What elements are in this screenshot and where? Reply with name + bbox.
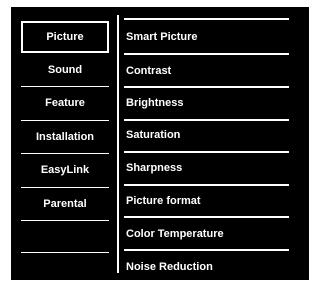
submenu-item-noise-reduction[interactable]: Noise Reduction bbox=[126, 251, 286, 283]
submenu-divider bbox=[124, 18, 289, 20]
submenu-item-brightness[interactable]: Brightness bbox=[126, 87, 286, 119]
menu-item-label: Installation bbox=[35, 131, 95, 143]
submenu-item-label: Color Temperature bbox=[126, 228, 224, 240]
submenu-item-label: Noise Reduction bbox=[126, 261, 213, 273]
submenu-item-label: Saturation bbox=[126, 129, 181, 141]
tv-settings-menu: Picture Sound Feature Installation EasyL… bbox=[11, 7, 309, 280]
submenu-item-label: Brightness bbox=[126, 97, 184, 109]
menu-item-feature[interactable]: Feature bbox=[21, 87, 109, 119]
submenu-item-label: Sharpness bbox=[126, 162, 183, 174]
menu-item-picture[interactable]: Picture bbox=[21, 21, 109, 53]
menu-item-parental[interactable]: Parental bbox=[21, 188, 109, 220]
menu-item-installation[interactable]: Installation bbox=[21, 121, 109, 153]
menu-item-label: Parental bbox=[43, 198, 87, 210]
column-divider bbox=[117, 15, 119, 273]
submenu-item-label: Picture format bbox=[126, 195, 201, 207]
menu-item-label: EasyLink bbox=[40, 164, 90, 176]
menu-item-label: Picture bbox=[46, 31, 84, 43]
menu-item-label: Sound bbox=[47, 64, 83, 76]
submenu-item-saturation[interactable]: Saturation bbox=[126, 119, 286, 151]
menu-item-label: Feature bbox=[45, 97, 85, 109]
submenu-item-picture-format[interactable]: Picture format bbox=[126, 185, 286, 217]
menu-item-sound[interactable]: Sound bbox=[21, 54, 109, 86]
submenu-item-smart-picture[interactable]: Smart Picture bbox=[126, 21, 286, 53]
menu-divider bbox=[21, 252, 109, 253]
submenu-item-color-temperature[interactable]: Color Temperature bbox=[126, 218, 286, 250]
submenu-item-label: Smart Picture bbox=[126, 31, 198, 43]
submenu-item-sharpness[interactable]: Sharpness bbox=[126, 152, 286, 184]
submenu-item-label: Contrast bbox=[126, 65, 172, 77]
menu-item-easylink[interactable]: EasyLink bbox=[21, 154, 109, 186]
submenu-item-contrast[interactable]: Contrast bbox=[126, 55, 286, 87]
menu-divider bbox=[21, 220, 109, 221]
